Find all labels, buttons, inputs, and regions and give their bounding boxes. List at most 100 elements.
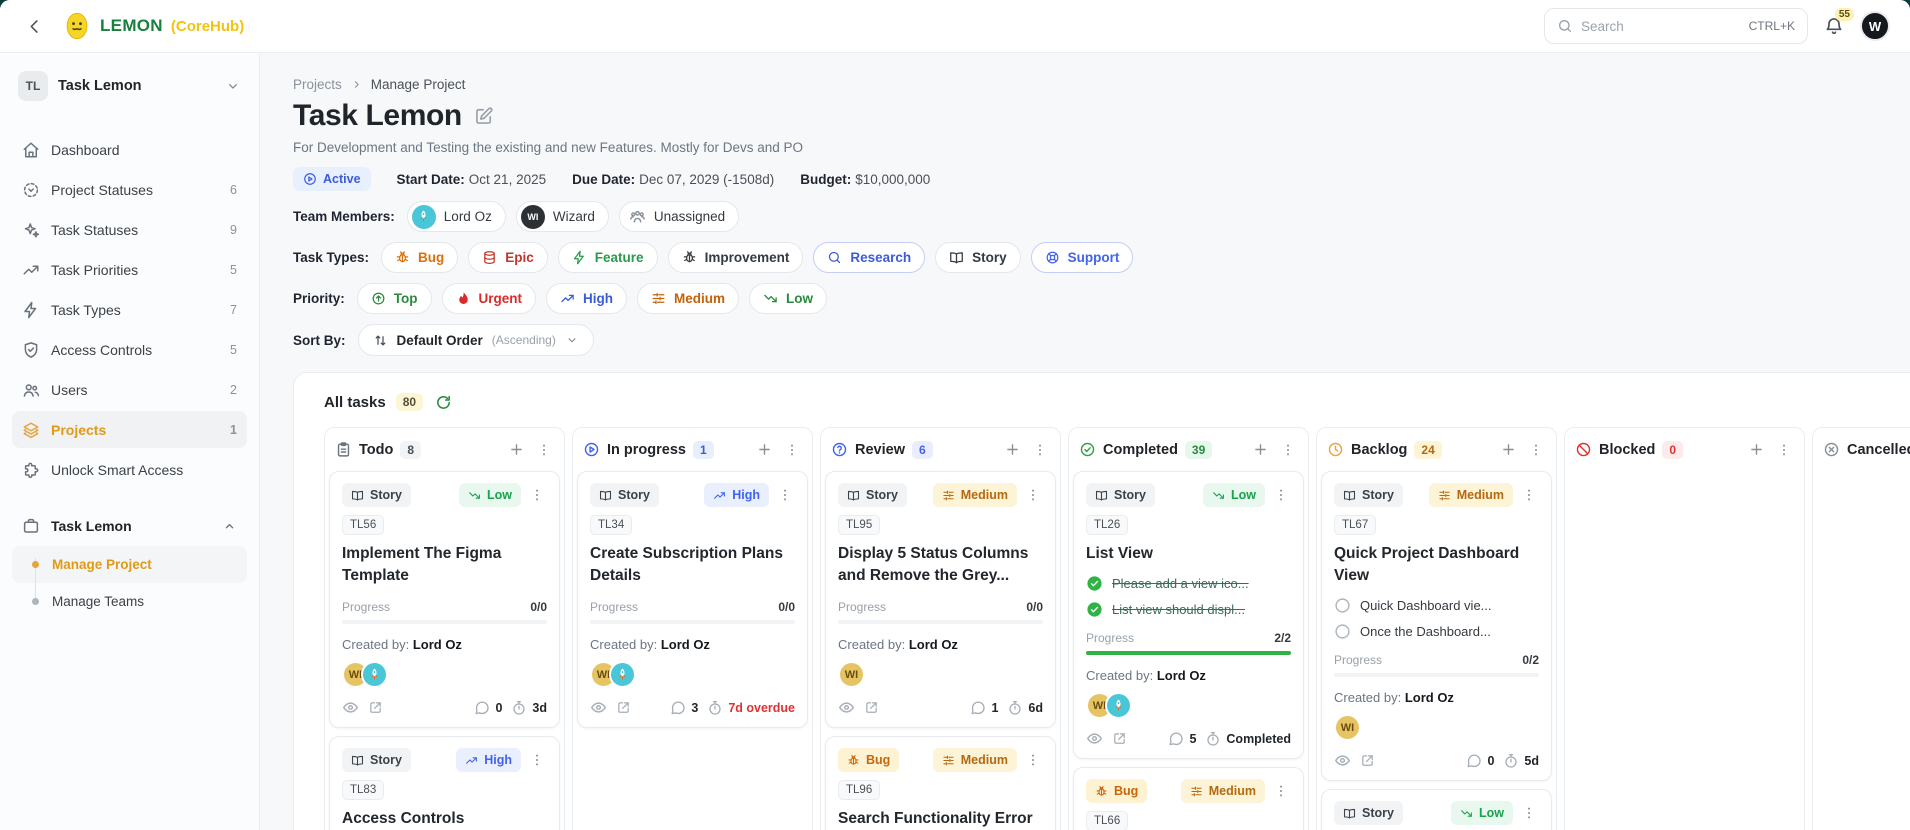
priority-chip-urgent[interactable]: Urgent	[441, 283, 537, 314]
refresh-button[interactable]	[435, 394, 452, 411]
open-task-button[interactable]	[368, 700, 383, 715]
sidebar-item-users[interactable]: Users 2	[12, 371, 247, 408]
view-task-button[interactable]	[1086, 730, 1103, 747]
column-menu-button[interactable]	[1526, 440, 1546, 460]
layers-icon	[23, 422, 39, 438]
task-type-chip-research[interactable]: Research	[813, 242, 926, 273]
sidebar-section-header[interactable]: Task Lemon	[12, 508, 247, 544]
project-switcher[interactable]: TL Task Lemon	[12, 67, 247, 105]
add-task-button[interactable]	[1002, 439, 1023, 460]
view-task-button[interactable]	[1334, 752, 1351, 769]
open-task-button[interactable]	[616, 700, 631, 715]
topbar: LEMON (CoreHub) CTRL+K 55 W	[0, 0, 1910, 53]
card-menu-button[interactable]	[1271, 781, 1291, 801]
add-task-button[interactable]	[1250, 439, 1271, 460]
sidebar-item-projects[interactable]: Projects 1	[12, 411, 247, 448]
sidebar-subitem-manage-teams[interactable]: Manage Teams	[12, 583, 247, 620]
view-task-button[interactable]	[342, 699, 359, 716]
progress-row: Progress 0/0	[590, 600, 795, 614]
card-menu-button[interactable]	[1023, 750, 1043, 770]
add-task-button[interactable]	[1498, 439, 1519, 460]
priority-chip-low[interactable]: Low	[749, 283, 828, 314]
view-task-button[interactable]	[838, 699, 855, 716]
column-menu-button[interactable]	[534, 440, 554, 460]
card-menu-button[interactable]	[527, 485, 547, 505]
avatar-lord-oz	[609, 661, 636, 688]
checklist-item[interactable]: Quick Dashboard vie...	[1334, 597, 1539, 614]
team-member-chip-lord-oz[interactable]: Lord Oz	[406, 201, 506, 232]
edit-title-button[interactable]	[474, 106, 494, 126]
add-task-button[interactable]	[754, 439, 775, 460]
sidebar-item-dashboard[interactable]: Dashboard	[12, 131, 247, 168]
open-task-button[interactable]	[1360, 753, 1375, 768]
column-menu-button[interactable]	[1774, 440, 1794, 460]
task-card-tl96[interactable]: Bug Medium TL96 Search Functionality Erro…	[825, 736, 1056, 830]
user-avatar[interactable]: W	[1860, 11, 1890, 41]
checklist-item[interactable]: List view should displ...	[1086, 601, 1291, 618]
task-card-tl26[interactable]: Story Low TL26 List View Please add a vie…	[1073, 471, 1304, 759]
search-box[interactable]: CTRL+K	[1544, 8, 1808, 44]
sidebar-project-section: Task Lemon Manage Project Manage Teams	[12, 508, 247, 620]
card-menu-button[interactable]	[1271, 485, 1291, 505]
open-task-button[interactable]	[1112, 731, 1127, 746]
sidebar-item-task-types[interactable]: Task Types 7	[12, 291, 247, 328]
task-type-chip-support[interactable]: Support	[1030, 242, 1134, 273]
sidebar-subitem-manage-project[interactable]: Manage Project	[12, 546, 247, 583]
card-menu-button[interactable]	[1519, 485, 1539, 505]
card-menu-button[interactable]	[1519, 803, 1539, 823]
column-menu-button[interactable]	[1278, 440, 1298, 460]
card-footer: 0 3d	[342, 699, 547, 716]
task-card-tl67[interactable]: Story Medium TL67 Quick Project Dashboard…	[1321, 471, 1552, 781]
trenddown-icon	[764, 294, 777, 303]
column-header: Blocked 0	[1565, 428, 1804, 469]
add-task-button[interactable]	[506, 439, 527, 460]
progress-label: Progress	[1334, 653, 1383, 667]
search-input[interactable]	[1581, 18, 1741, 34]
xcircle-icon	[1824, 442, 1839, 457]
task-type-chip-improvement[interactable]: Improvement	[667, 242, 804, 273]
card-menu-button[interactable]	[1023, 485, 1043, 505]
team-member-chip-wizard[interactable]: WI Wizard	[515, 201, 609, 232]
task-code: TL95	[838, 515, 881, 535]
checklist-item[interactable]: Once the Dashboard...	[1334, 623, 1539, 640]
priority-chip-medium[interactable]: Medium	[637, 283, 740, 314]
team-member-chip-unassigned[interactable]: Unassigned	[618, 201, 740, 232]
sidebar-item-unlock-smart-access[interactable]: Unlock Smart Access	[12, 451, 247, 488]
task-card-tl66[interactable]: Bug Medium TL66Organization name in the	[1073, 767, 1304, 830]
priority-chip-top[interactable]: Top	[356, 283, 432, 314]
sidebar-item-access-controls[interactable]: Access Controls 5	[12, 331, 247, 368]
sidebar-subitem-label: Manage Project	[52, 557, 152, 572]
add-task-button[interactable]	[1746, 439, 1767, 460]
search-icon	[1559, 20, 1571, 32]
column-menu-button[interactable]	[782, 440, 802, 460]
view-task-button[interactable]	[590, 699, 607, 716]
created-by: Created by: Lord Oz	[342, 637, 462, 652]
task-type-chip-feature[interactable]: Feature	[557, 242, 658, 273]
task-card-tl87[interactable]: Story Low TL87	[1321, 789, 1552, 830]
sidebar-item-count: 6	[230, 182, 237, 197]
checklist-item[interactable]: Please add a view ico...	[1086, 575, 1291, 592]
sort-dropdown[interactable]: Default Order (Ascending)	[357, 324, 594, 356]
priority-chip-high[interactable]: High	[546, 283, 628, 314]
card-menu-button[interactable]	[527, 750, 547, 770]
task-type-chip-bug[interactable]: Bug	[381, 242, 459, 273]
card-menu-button[interactable]	[775, 485, 795, 505]
task-card-tl34[interactable]: Story High TL34 Create Subscription Plans…	[577, 471, 808, 728]
trendup-icon	[23, 265, 39, 274]
open-task-button[interactable]	[864, 700, 879, 715]
task-type-chip-story[interactable]: Story	[935, 242, 1021, 273]
bullet-dot	[32, 598, 39, 605]
back-button[interactable]	[20, 12, 48, 40]
task-card-tl83[interactable]: Story High TL83 Access Controls Permissio…	[329, 736, 560, 830]
board-column-cancelled: Cancelled	[1812, 427, 1910, 830]
task-card-tl56[interactable]: Story Low TL56 Implement The Figma Templa…	[329, 471, 560, 728]
task-type-chip-epic[interactable]: Epic	[468, 242, 548, 273]
column-cards: Story Low TL26 List View Please add a vie…	[1069, 469, 1308, 830]
column-menu-button[interactable]	[1030, 440, 1050, 460]
task-card-tl95[interactable]: Story Medium TL95 Display 5 Status Column…	[825, 471, 1056, 728]
sidebar-item-project-statuses[interactable]: Project Statuses 6	[12, 171, 247, 208]
main-content: Projects Manage Project Task Lemon For D…	[260, 53, 1910, 830]
sidebar-item-task-priorities[interactable]: Task Priorities 5	[12, 251, 247, 288]
breadcrumb-projects[interactable]: Projects	[293, 77, 342, 92]
sidebar-item-task-statuses[interactable]: Task Statuses 9	[12, 211, 247, 248]
